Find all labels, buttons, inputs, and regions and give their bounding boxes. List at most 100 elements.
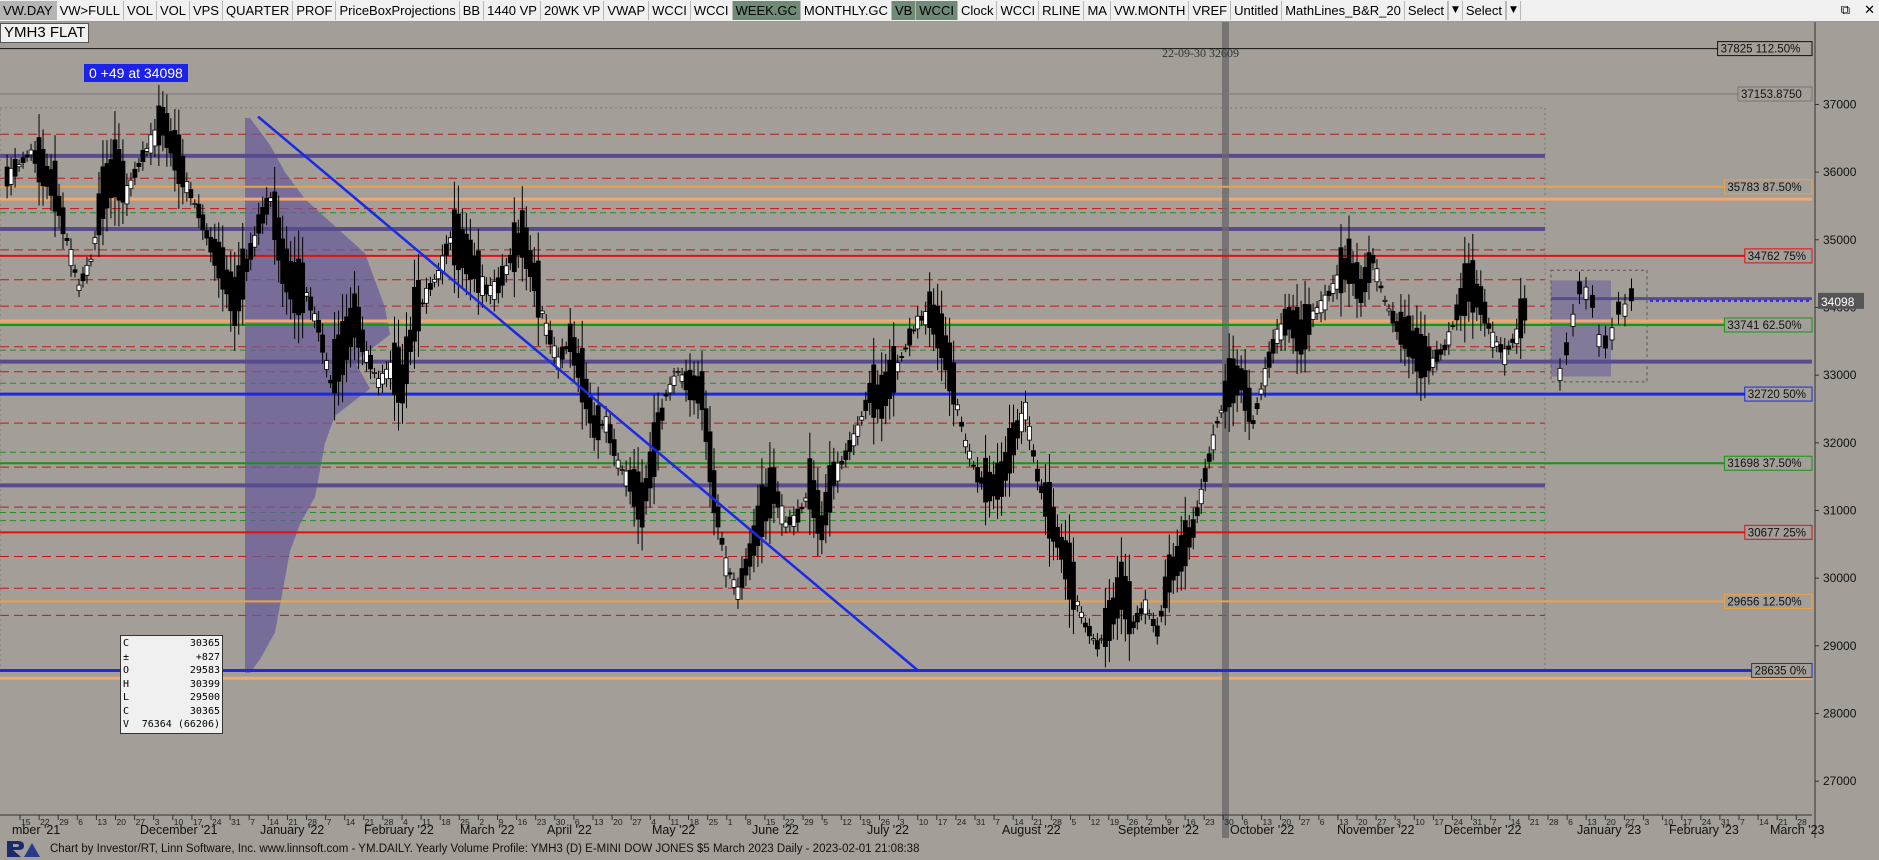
toolbar-button-vref[interactable]: VREF [1189,1,1232,20]
chevron-down-icon[interactable]: ▼ [1506,1,1521,20]
last-price-text: 34098 [1821,295,1855,309]
candle-body [1003,452,1008,481]
candle-body [1178,535,1184,572]
ohlc-key: H [123,678,130,690]
candle-body [1326,290,1332,296]
x-axis-day-label: 30 [1224,817,1234,827]
x-axis-day-label: 26 [881,817,891,827]
toolbar-button-priceboxprojections[interactable]: PriceBoxProjections [336,1,460,20]
candle-body [703,408,709,442]
toolbar-button-ma[interactable]: MA [1084,1,1111,20]
candle-body [1134,612,1140,623]
toolbar-button-wcci[interactable]: WCCI [916,1,958,20]
x-axis-day-label: 2 [479,817,484,827]
candle-body [643,478,649,502]
window-controls: ⧉ ✕ [1841,0,1875,21]
toolbar-button-vw-full[interactable]: VW>FULL [57,1,124,20]
toolbar-button-monthly-gc[interactable]: MONTHLY.GC [801,1,892,20]
toolbar-select1[interactable]: Select ▼ [1405,1,1463,20]
candle-body [851,433,857,447]
candle-body [1190,519,1196,538]
x-axis-day-label: 16 [1186,817,1196,827]
candle-body [320,334,326,353]
toolbar-button-1440-vp[interactable]: 1440 VP [484,1,541,20]
toolbar-button-vw-month[interactable]: VW.MONTH [1111,1,1190,20]
candle-body [855,424,861,437]
candle-body [727,572,733,575]
candle-body [104,163,110,209]
toolbar-button-vw-day[interactable]: VW.DAY [0,1,57,20]
candle-body [1362,267,1368,293]
toolbar-button-vwap[interactable]: VWAP [604,1,650,20]
candle-body [1482,301,1488,324]
ohlc-value: +827 [195,651,220,663]
x-axis-day-label: 10 [1664,817,1674,827]
cursor-date-label: 22-09-30 32609 [1162,46,1239,60]
ohlc-value: 30365 [189,638,220,649]
candle-body [767,467,773,519]
toolbar-button-prof[interactable]: PROF [293,1,337,20]
candle-body [803,497,809,502]
candle-body [1422,336,1428,378]
candle-body [539,310,545,314]
y-axis-tick-label: 27000 [1823,774,1857,788]
candle-body [1246,387,1252,422]
candle-body [591,415,597,438]
candle-body [455,213,461,271]
close-icon[interactable]: ✕ [1864,3,1875,18]
candle-body [839,460,845,465]
candle-body [959,421,965,427]
candle-body [1490,331,1496,348]
x-axis-day-label: 28 [384,817,394,827]
toolbar-button-vb[interactable]: VB [891,1,917,20]
toolbar-select2[interactable]: Select ▼ [1463,1,1521,20]
candle-body [1454,304,1460,321]
candle-body [308,296,314,311]
candle-body [883,372,889,406]
toolbar-button-wcci[interactable]: WCCI [691,1,733,20]
candle-body [372,372,377,374]
candle-body [759,484,765,538]
toolbar-button-vps[interactable]: VPS [190,1,223,20]
candle-body [1154,625,1160,637]
candle-body [1011,422,1016,456]
x-axis-day-label: 17 [1683,817,1693,827]
level-label-text: 30677 25% [1748,527,1806,539]
candle-body [955,404,961,411]
toolbar-button-vol[interactable]: VOL [157,1,190,20]
candle-body [148,134,154,154]
x-axis-day-label: 19 [1110,817,1120,827]
candle-body [1470,260,1476,313]
candle-body [4,166,10,187]
toolbar-button-week-gc[interactable]: WEEK.GC [732,1,801,20]
chevron-down-icon[interactable]: ▼ [1447,1,1463,20]
candle-body [136,163,142,167]
candle-body [1294,306,1300,352]
candle-body [1398,311,1404,345]
y-axis-tick-label: 33000 [1823,368,1857,382]
candle-body [503,265,509,275]
toolbar-button-rline[interactable]: RLINE [1039,1,1085,20]
candle-body [1310,310,1316,320]
restore-icon[interactable]: ⧉ [1841,3,1850,18]
toolbar-button-wcci[interactable]: WCCI [649,1,691,20]
toolbar-button-20wk-vp[interactable]: 20WK VP [541,1,605,20]
toolbar-button-mathlines-b-r-20[interactable]: MathLines_B&R_20 [1282,1,1405,20]
x-axis-day-label: 31 [231,817,241,827]
x-axis-day-label: 21 [1033,817,1043,827]
x-axis-day-label: 7 [1740,817,1745,827]
price-chart[interactable]: 2700028000290003000031000320003300034000… [0,22,1879,838]
candle-body [1055,526,1060,548]
toolbar-button-wcci[interactable]: WCCI [997,1,1040,20]
toolbar-button-bb[interactable]: BB [460,1,485,20]
toolbar-button-vol[interactable]: VOL [124,1,157,20]
select-label[interactable]: Select [1405,1,1448,20]
select-label[interactable]: Select [1463,1,1507,20]
x-axis-day-label: 4 [403,817,408,827]
candle-body [579,347,585,403]
y-axis-tick-label: 37000 [1823,97,1857,111]
toolbar-button-quarter[interactable]: QUARTER [223,1,294,20]
toolbar-button-untitled[interactable]: Untitled [1231,1,1283,20]
candle-body [475,250,481,294]
toolbar-button-clock[interactable]: Clock [958,1,998,20]
